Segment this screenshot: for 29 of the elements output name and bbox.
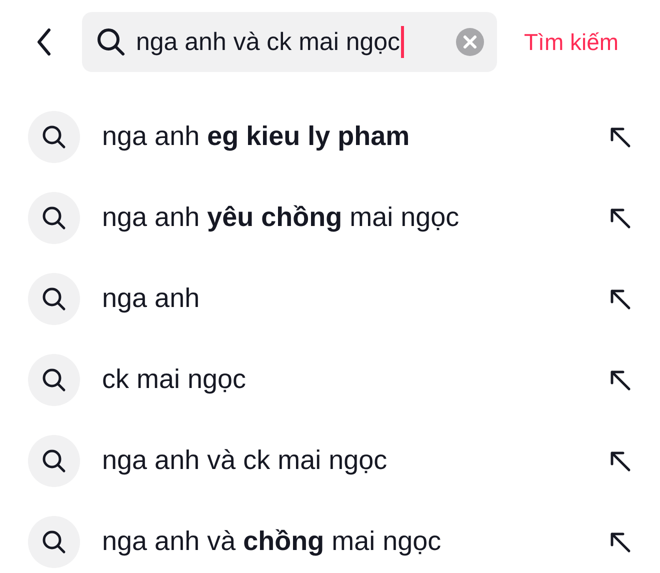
suggestion-item[interactable]: nga anh eg kieu ly pham [0, 96, 660, 177]
search-icon [28, 434, 80, 486]
suggestion-text: nga anh và chồng mai ngọc [102, 526, 442, 557]
suggestion-text: nga anh eg kieu ly pham [102, 121, 411, 152]
suggestion-text: nga anh và ck mai ngọc [102, 445, 388, 476]
fill-query-arrow-icon[interactable] [608, 530, 632, 554]
suggestion-text: ck mai ngọc [102, 364, 248, 395]
fill-query-arrow-icon[interactable] [608, 206, 632, 230]
suggestion-item[interactable]: nga anh và chồng mai ngọc [0, 501, 660, 573]
fill-query-arrow-icon[interactable] [608, 124, 632, 148]
suggestion-item[interactable]: nga anh [0, 258, 660, 339]
suggestion-text: nga anh yêu chồng mai ngọc [102, 202, 460, 233]
fill-query-arrow-icon[interactable] [608, 448, 632, 472]
search-icon [28, 354, 80, 406]
search-icon [28, 516, 80, 568]
suggestion-text: nga anh [102, 283, 201, 314]
back-chevron-icon [36, 28, 52, 56]
search-icon [96, 27, 126, 57]
suggestion-item[interactable]: nga anh yêu chồng mai ngọc [0, 177, 660, 258]
search-icon [28, 110, 80, 162]
search-button[interactable]: Tìm kiếm [524, 28, 619, 56]
suggestion-item[interactable]: ck mai ngọc [0, 339, 660, 420]
search-icon [28, 272, 80, 324]
fill-query-arrow-icon[interactable] [608, 368, 632, 392]
suggestion-item[interactable]: nga anh và ck mai ngọc [0, 420, 660, 501]
search-field[interactable]: nga anh và ck mai ngọc [82, 12, 497, 72]
search-icon [28, 192, 80, 244]
search-text: nga anh và ck mai ngọc [136, 28, 400, 56]
fill-query-arrow-icon[interactable] [608, 286, 632, 310]
